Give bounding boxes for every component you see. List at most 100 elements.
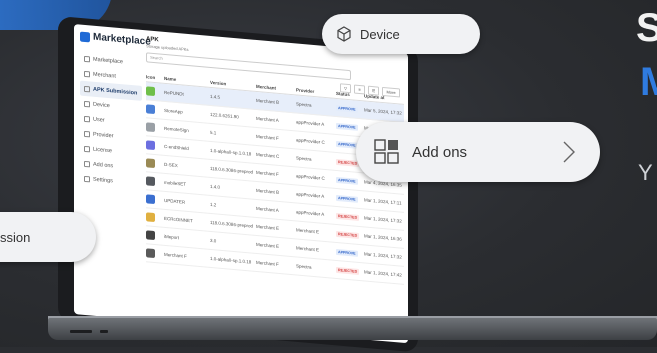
sidebar-item-label: Marketplace [93,56,123,65]
version-cell: 1.4.0 [210,183,221,190]
updated-cell: Mar 1, 2024, 17:42 [364,269,402,278]
subtext-fragment: Y [638,160,653,185]
apk-submission-pill[interactable]: ssion [0,212,96,262]
provider-cell: Merchant E [296,245,320,253]
store-icon [84,55,90,62]
icon-cell [146,103,164,116]
status-badge: REJECTED [336,230,360,239]
provider-cell: appProvider C [296,137,325,145]
app-name-cell: RemoteSign [164,125,189,134]
filter-icon[interactable]: ▽ [340,83,351,94]
updated-cell: Mar 1, 2024, 17:32 [364,251,402,260]
app-logo: Marketplace [80,31,151,48]
device-pill-label: Device [360,26,400,42]
sidebar: Marketplace Merchant APK Submission Devi… [80,51,142,191]
status-cell: APPROVE [336,194,364,203]
icon-cell [146,247,164,260]
app-name-cell: mobileSET [164,179,187,187]
status-cell: APPROVE [336,176,364,185]
add-ons-pill[interactable]: Add ons [356,122,600,182]
merchant-cell: Merchant C [256,151,280,159]
app-name-cell: C-endShield [164,143,189,152]
col-header[interactable]: Icon [146,74,164,81]
icon-cell [146,211,164,224]
merchant-cell: Merchant B [256,97,280,105]
merchant-cell: Merchant F [256,169,279,177]
columns-icon[interactable]: ≡ [354,84,365,95]
icon-cell [146,175,164,188]
col-header[interactable]: Provider [296,87,336,95]
app-icon [146,175,155,186]
updated-cell: Mar 5, 2024, 17:32 [364,107,402,116]
logo-mark-icon [80,31,90,42]
sidebar-item-label: Merchant [93,71,116,80]
version-cell: 122.0.6261.90 [210,111,239,120]
icon-cell [146,157,164,170]
sidebar-item-label: Provider [93,131,114,139]
icon-cell [146,121,164,134]
status-badge: APPROVE [336,248,358,257]
apk-submission-pill-label: ssion [0,229,31,245]
status-badge: APPROVE [336,122,358,131]
provider-cell: appProvider A [296,191,325,199]
provider-cell: appProvider A [296,119,325,127]
sidebar-item-label: Device [93,101,110,109]
version-cell: 1.0-alpha0-sp.1.0.18 [210,255,252,265]
app-name-cell: RePUNDt [164,89,184,97]
sidebar-item-label: Add ons [93,161,114,169]
cube-icon [337,26,351,42]
app-name-cell: Merchant F [164,251,187,259]
add-ons-pill-label: Add ons [412,143,468,161]
puzzle-icon [84,160,90,167]
app-icon [146,85,155,96]
license-icon [84,145,90,152]
merchant-cell: Merchant B [256,187,280,195]
merchant-cell: Merchant F [256,133,279,141]
sidebar-item-label: License [93,146,112,154]
merchant-cell: Merchant F [256,259,279,267]
status-cell: REJECTED [336,266,364,275]
status-badge: REJECTED [336,158,360,167]
port-icon [70,330,92,333]
laptop-base [48,318,657,340]
status-cell: REJECTED [336,212,364,221]
icon-cell [146,229,164,242]
more-button[interactable]: More [382,86,400,98]
app-name-cell: iMeport [164,233,180,241]
provider-cell: appProvider C [296,173,325,181]
provider-cell: Spectra [296,101,312,108]
version-cell: 118.0.6.3086-preprod [210,165,253,175]
status-badge: APPROVE [336,140,358,149]
icon-cell [146,85,164,98]
upload-icon [84,85,90,92]
icon-cell [146,193,164,206]
provider-cell: Spectra [296,155,312,162]
laptop-screen: Marketplace Marketplace Merchant APK Sub… [74,24,408,344]
app-icon [146,229,155,240]
gear-icon [84,175,90,182]
version-cell: 1.4.5 [210,93,221,100]
updated-cell: Mar 1, 2024, 16:36 [364,233,402,242]
app-icon [146,247,155,258]
updated-cell: Mar 1, 2024, 17:11 [364,197,402,206]
port-icon [100,330,108,333]
col-header[interactable]: Merchant [256,84,296,92]
version-cell: 1.0-alpha0-sp.1.0.18 [210,147,252,157]
app-icon [146,211,155,222]
headline-fragment: M [640,60,657,104]
merchant-cell: Merchant E [256,241,280,249]
table-body: RePUNDt 1.4.5 Merchant B Spectra APPROVE Mar … [146,82,404,285]
app-icon [146,139,155,150]
app-name-cell: ECRcOINNET [164,215,193,224]
list-icon[interactable]: ☰ [368,85,379,96]
status-cell: REJECTED [336,230,364,239]
status-badge: REJECTED [336,266,360,275]
app-icon [146,193,155,204]
headline-fragment: S [636,6,657,50]
app-name-cell: StoreApp [164,107,183,115]
provider-cell: Spectra [296,263,312,270]
grid-icon [374,139,399,164]
device-pill[interactable]: Device [322,14,480,54]
device-icon [84,100,90,107]
version-cell: 5.1 [210,129,217,136]
